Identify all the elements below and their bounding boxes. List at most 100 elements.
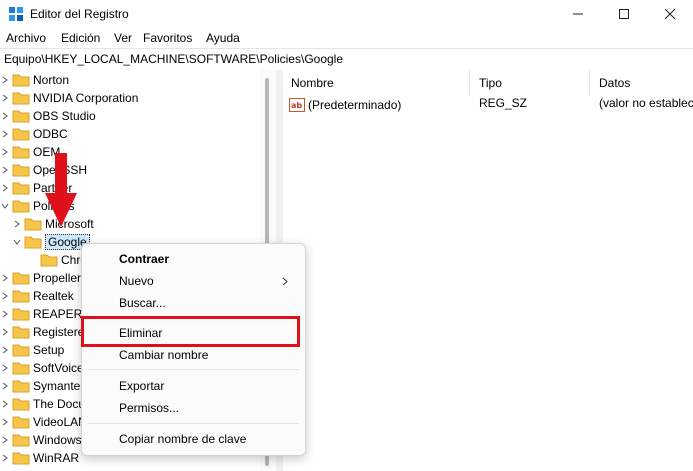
menu-item-contraer[interactable]: Contraer: [119, 252, 169, 266]
minimize-icon: [573, 13, 583, 15]
expand-chevron-icon[interactable]: [0, 377, 9, 395]
tree-item-videolan[interactable]: VideoLAN: [0, 413, 87, 431]
folder-icon: [12, 164, 30, 177]
tree-item-odbc[interactable]: ODBC: [0, 125, 68, 143]
menu-separator: [88, 369, 299, 370]
value-data: (valor no establecido): [599, 96, 693, 110]
expand-chevron-icon[interactable]: [0, 179, 9, 197]
expand-chevron-icon[interactable]: [0, 323, 9, 341]
tree-item-label: Realtek: [33, 289, 74, 303]
tree-item-label: VideoLAN: [33, 415, 87, 429]
menu-archivo[interactable]: Archivo: [6, 31, 46, 45]
values-list[interactable]: Nombre Tipo Datos ab (Predeterminado) RE…: [283, 70, 693, 471]
value-row[interactable]: ab (Predeterminado): [289, 96, 401, 114]
expand-chevron-icon[interactable]: [0, 71, 9, 89]
open-folder-icon: [24, 236, 42, 249]
folder-icon: [12, 362, 30, 375]
address-path[interactable]: Equipo\HKEY_LOCAL_MACHINE\SOFTWARE\Polic…: [4, 52, 343, 66]
tree-item-reaper[interactable]: REAPER: [0, 305, 82, 323]
tree-item-label: OBS Studio: [33, 109, 96, 123]
folder-icon: [12, 128, 30, 141]
value-type: REG_SZ: [479, 96, 528, 110]
expand-chevron-icon[interactable]: [0, 431, 9, 449]
expand-chevron-icon[interactable]: [0, 125, 9, 143]
menu-ver[interactable]: Ver: [114, 31, 132, 45]
expand-chevron-icon[interactable]: [0, 413, 9, 431]
menu-ayuda[interactable]: Ayuda: [206, 31, 240, 45]
folder-icon: [24, 218, 42, 231]
collapse-chevron-icon[interactable]: [0, 197, 9, 215]
window-title: Editor del Registro: [30, 7, 129, 21]
folder-icon: [12, 380, 30, 393]
folder-icon: [12, 434, 30, 447]
tree-item-symantec[interactable]: Symantec: [0, 377, 86, 395]
title-bar: Editor del Registro: [0, 0, 693, 28]
expand-chevron-icon[interactable]: [0, 341, 9, 359]
folder-icon: [12, 344, 30, 357]
folder-icon: [12, 452, 30, 465]
menu-item-exportar[interactable]: Exportar: [119, 379, 164, 393]
tree-item-label: Norton: [33, 73, 70, 87]
tree-item-label: REAPER: [33, 307, 83, 321]
collapse-chevron-icon[interactable]: [12, 233, 21, 251]
column-header-datos[interactable]: Datos: [591, 70, 693, 94]
tree-item-label: Windows: [33, 433, 82, 447]
submenu-chevron-icon: [282, 277, 288, 286]
folder-icon: [12, 92, 30, 105]
menu-item-cambiar-nombre[interactable]: Cambiar nombre: [119, 348, 208, 362]
menu-favoritos[interactable]: Favoritos: [143, 31, 192, 45]
tree-item-google[interactable]: Google: [12, 233, 90, 251]
expand-chevron-icon[interactable]: [0, 107, 9, 125]
expand-chevron-icon[interactable]: [0, 161, 9, 179]
string-value-icon: ab: [289, 98, 305, 112]
close-button[interactable]: [647, 0, 693, 28]
expand-chevron-icon[interactable]: [0, 269, 9, 287]
menu-edicion[interactable]: Edición: [61, 31, 100, 45]
expand-chevron-icon[interactable]: [12, 215, 21, 233]
menu-item-buscar[interactable]: Buscar...: [119, 296, 166, 310]
tree-item-label: Symantec: [33, 379, 87, 393]
open-folder-icon: [12, 200, 30, 213]
expand-chevron-icon[interactable]: [0, 143, 9, 161]
value-name: (Predeterminado): [308, 98, 402, 112]
minimize-button[interactable]: [555, 0, 601, 28]
tree-item-realtek[interactable]: Realtek: [0, 287, 74, 305]
folder-icon: [12, 398, 30, 411]
expand-chevron-icon[interactable]: [0, 359, 9, 377]
tree-item-label: ODBC: [33, 127, 68, 141]
menu-separator: [88, 423, 299, 424]
menu-item-nuevo[interactable]: Nuevo: [119, 274, 154, 288]
tree-item-norton[interactable]: Norton: [0, 71, 69, 89]
tree-item-obs-studio[interactable]: OBS Studio: [0, 107, 96, 125]
menu-bar: Archivo Edición Ver Favoritos Ayuda: [0, 28, 693, 48]
tree-item-winrar[interactable]: WinRAR: [0, 449, 79, 467]
tree-item-label: SoftVoice: [33, 361, 84, 375]
tree-item-label: NVIDIA Corporation: [33, 91, 139, 105]
context-menu: Contraer Nuevo Buscar... Eliminar Cambia…: [81, 243, 306, 456]
expand-chevron-icon[interactable]: [0, 449, 9, 467]
expand-chevron-icon[interactable]: [0, 395, 9, 413]
tree-item-softvoice[interactable]: SoftVoice: [0, 359, 84, 377]
expand-chevron-icon[interactable]: [0, 287, 9, 305]
folder-icon: [12, 74, 30, 87]
tree-item-nvidia[interactable]: NVIDIA Corporation: [0, 89, 138, 107]
folder-icon: [12, 182, 30, 195]
column-header-tipo[interactable]: Tipo: [471, 70, 590, 94]
address-bar[interactable]: Equipo\HKEY_LOCAL_MACHINE\SOFTWARE\Polic…: [0, 48, 693, 71]
expand-chevron-icon[interactable]: [0, 305, 9, 323]
folder-icon: [12, 110, 30, 123]
maximize-button[interactable]: [601, 0, 647, 28]
menu-item-permisos[interactable]: Permisos...: [119, 401, 179, 415]
folder-icon: [12, 146, 30, 159]
folder-icon: [40, 254, 58, 267]
expand-chevron-icon[interactable]: [0, 89, 9, 107]
column-header-nombre[interactable]: Nombre: [283, 70, 470, 94]
menu-item-copiar-nombre-de-clave[interactable]: Copiar nombre de clave: [119, 432, 246, 446]
tree-item-windows[interactable]: Windows: [0, 431, 82, 449]
registry-editor-icon: [9, 7, 23, 21]
tree-item-label: Setup: [33, 343, 65, 357]
folder-icon: [12, 272, 30, 285]
tree-item-setup[interactable]: Setup: [0, 341, 64, 359]
annotation-highlight-box: [81, 316, 300, 347]
